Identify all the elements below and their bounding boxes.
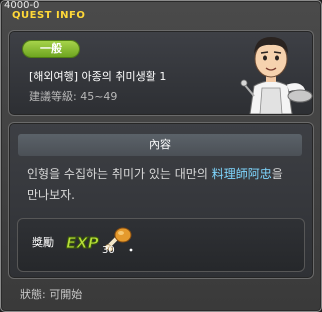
reward-item-count: 30 <box>102 245 115 256</box>
npc-name-link[interactable]: 料理師阿忠 <box>212 167 272 181</box>
content-header: 內容 <box>18 134 302 156</box>
reward-box <box>17 218 305 272</box>
quest-recommended-level: 建議等級: 45~49 <box>29 90 118 103</box>
svg-text:EXP: EXP <box>66 234 99 252</box>
exp-icon: EXP <box>66 234 99 253</box>
reward-label: 獎勵 <box>32 236 54 249</box>
quest-name: [해외여행] 아종의 취미생활 1 <box>29 70 167 83</box>
description-text-before: 인형을 수집하는 취미가 있는 대만의 <box>27 167 212 181</box>
quest-description: 인형을 수집하는 취미가 있는 대만의 料理師阿忠을 만나보자. <box>27 164 297 206</box>
npc-chef-portrait <box>240 37 313 114</box>
quest-status: 狀態: 可開始 <box>20 288 83 301</box>
window-title: QUEST INFO <box>12 10 86 21</box>
quest-category-badge: 一般 <box>23 41 79 57</box>
